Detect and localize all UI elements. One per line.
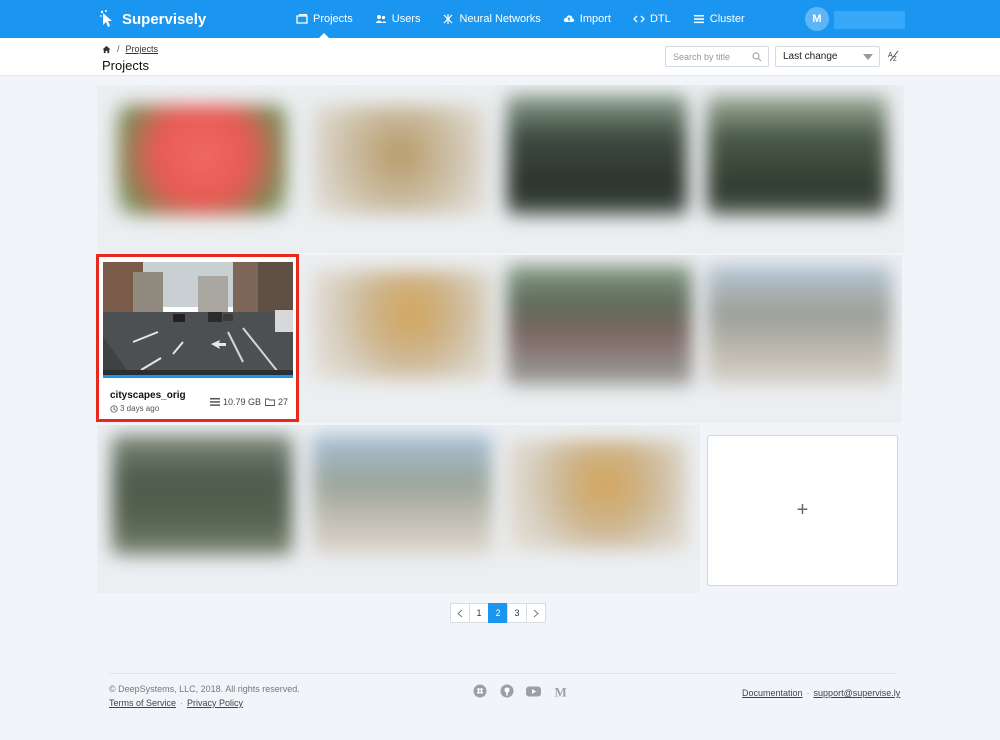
main-nav: Projects Users Neural Networks Import DT…	[296, 0, 767, 38]
footer-separator: ·	[180, 698, 184, 708]
pagination-prev-button[interactable]	[450, 603, 470, 623]
nav-import[interactable]: Import	[563, 0, 611, 38]
breadcrumb-projects-link[interactable]: Projects	[126, 44, 159, 54]
nav-cluster[interactable]: Cluster	[693, 0, 745, 38]
project-size-text: 10.79 GB	[223, 397, 262, 407]
database-icon	[210, 398, 220, 406]
nav-cluster-label: Cluster	[709, 13, 745, 25]
nav-import-label: Import	[579, 13, 611, 25]
footer-copyright: © DeepSystems, LLC, 2018. All rights res…	[109, 684, 300, 694]
add-project-button[interactable]: +	[707, 435, 898, 586]
project-size: 10.79 GB	[210, 397, 261, 407]
footer-separator: ·	[806, 688, 810, 698]
project-updated-text: 3 days ago	[120, 404, 160, 413]
nav-neural-networks-label: Neural Networks	[459, 13, 541, 25]
privacy-link[interactable]: Privacy Policy	[187, 698, 243, 708]
pagination-page-3[interactable]: 3	[507, 603, 527, 623]
youtube-icon[interactable]	[526, 684, 541, 698]
slack-icon[interactable]	[472, 684, 487, 698]
nav-dtl[interactable]: DTL	[633, 0, 671, 38]
nav-projects[interactable]: Projects	[296, 0, 353, 38]
nav-users[interactable]: Users	[375, 0, 421, 38]
cursor-logo-icon	[100, 10, 112, 27]
page-header: / Projects Projects Search by title Last…	[0, 38, 1000, 76]
folder-icon	[265, 398, 275, 406]
nav-neural-networks[interactable]: Neural Networks	[442, 0, 541, 38]
medium-icon[interactable]: M	[553, 684, 568, 698]
pagination-page-2[interactable]: 2	[488, 603, 508, 623]
project-card-blurred[interactable]	[707, 95, 887, 215]
svg-text:Z: Z	[893, 57, 897, 62]
project-datasets: 27	[265, 397, 288, 407]
page-title: Projects	[102, 58, 149, 73]
chevron-right-icon	[533, 609, 539, 617]
pagination-next-button[interactable]	[526, 603, 546, 623]
project-thumbnail[interactable]	[103, 262, 293, 378]
plus-icon: +	[796, 499, 809, 521]
project-card-blurred[interactable]	[507, 265, 692, 385]
search-placeholder: Search by title	[673, 52, 731, 62]
top-navbar: Supervisely Projects Users Neural Networ…	[0, 0, 1000, 38]
footer-divider	[109, 673, 897, 674]
chevron-down-icon	[863, 54, 873, 60]
users-icon	[375, 15, 387, 23]
code-icon	[633, 15, 645, 23]
project-card-blurred[interactable]	[312, 435, 492, 555]
sort-selected-value: Last change	[783, 51, 838, 62]
logo[interactable]: Supervisely	[100, 8, 206, 30]
pagination-page-1[interactable]: 1	[469, 603, 489, 623]
terms-link[interactable]: Terms of Service	[109, 698, 176, 708]
support-email-link[interactable]: support@supervise.ly	[814, 688, 901, 698]
neural-networks-icon	[444, 14, 453, 24]
nav-users-label: Users	[391, 13, 421, 25]
project-card-blurred[interactable]	[312, 270, 492, 380]
svg-text:M: M	[554, 685, 566, 698]
footer-help-links: Documentation · support@supervise.ly	[742, 688, 900, 698]
cloud-upload-icon	[563, 15, 574, 22]
project-row-3	[97, 425, 700, 593]
project-card-blurred[interactable]	[312, 105, 487, 215]
social-links: M	[472, 684, 568, 698]
search-icon	[752, 52, 762, 62]
pagination: 1 2 3	[450, 603, 546, 623]
project-name[interactable]: cityscapes_orig	[110, 390, 186, 401]
github-icon[interactable]	[499, 684, 514, 698]
nav-projects-label: Projects	[313, 13, 353, 25]
street-scene-image	[103, 262, 293, 375]
project-updated: 3 days ago	[110, 404, 159, 413]
list-icon	[693, 15, 704, 24]
sort-direction-icon[interactable]: AZ	[888, 50, 900, 62]
user-menu[interactable]	[834, 11, 905, 29]
search-input[interactable]: Search by title	[665, 46, 769, 67]
clock-icon	[110, 404, 118, 413]
projects-icon	[296, 14, 308, 24]
project-card-blurred[interactable]	[117, 105, 287, 215]
chevron-left-icon	[457, 609, 463, 617]
project-card-blurred[interactable]	[507, 95, 687, 215]
nav-dtl-label: DTL	[649, 13, 671, 25]
footer-legal-links: Terms of Service · Privacy Policy	[109, 698, 243, 708]
project-card-blurred[interactable]	[112, 435, 292, 555]
logo-text: Supervisely	[122, 10, 207, 28]
sort-select[interactable]: Last change	[775, 46, 880, 67]
project-card-blurred[interactable]	[507, 440, 687, 550]
breadcrumb: / Projects	[102, 44, 158, 54]
project-card-cityscapes[interactable]: cityscapes_orig 3 days ago 10.79 GB 27	[96, 254, 299, 422]
breadcrumb-separator: /	[117, 44, 120, 54]
documentation-link[interactable]: Documentation	[742, 688, 803, 698]
project-row-1	[97, 85, 904, 253]
avatar[interactable]: M	[805, 7, 829, 31]
home-icon[interactable]	[102, 45, 111, 54]
project-card-blurred[interactable]	[707, 265, 892, 385]
project-datasets-count: 27	[278, 397, 289, 407]
